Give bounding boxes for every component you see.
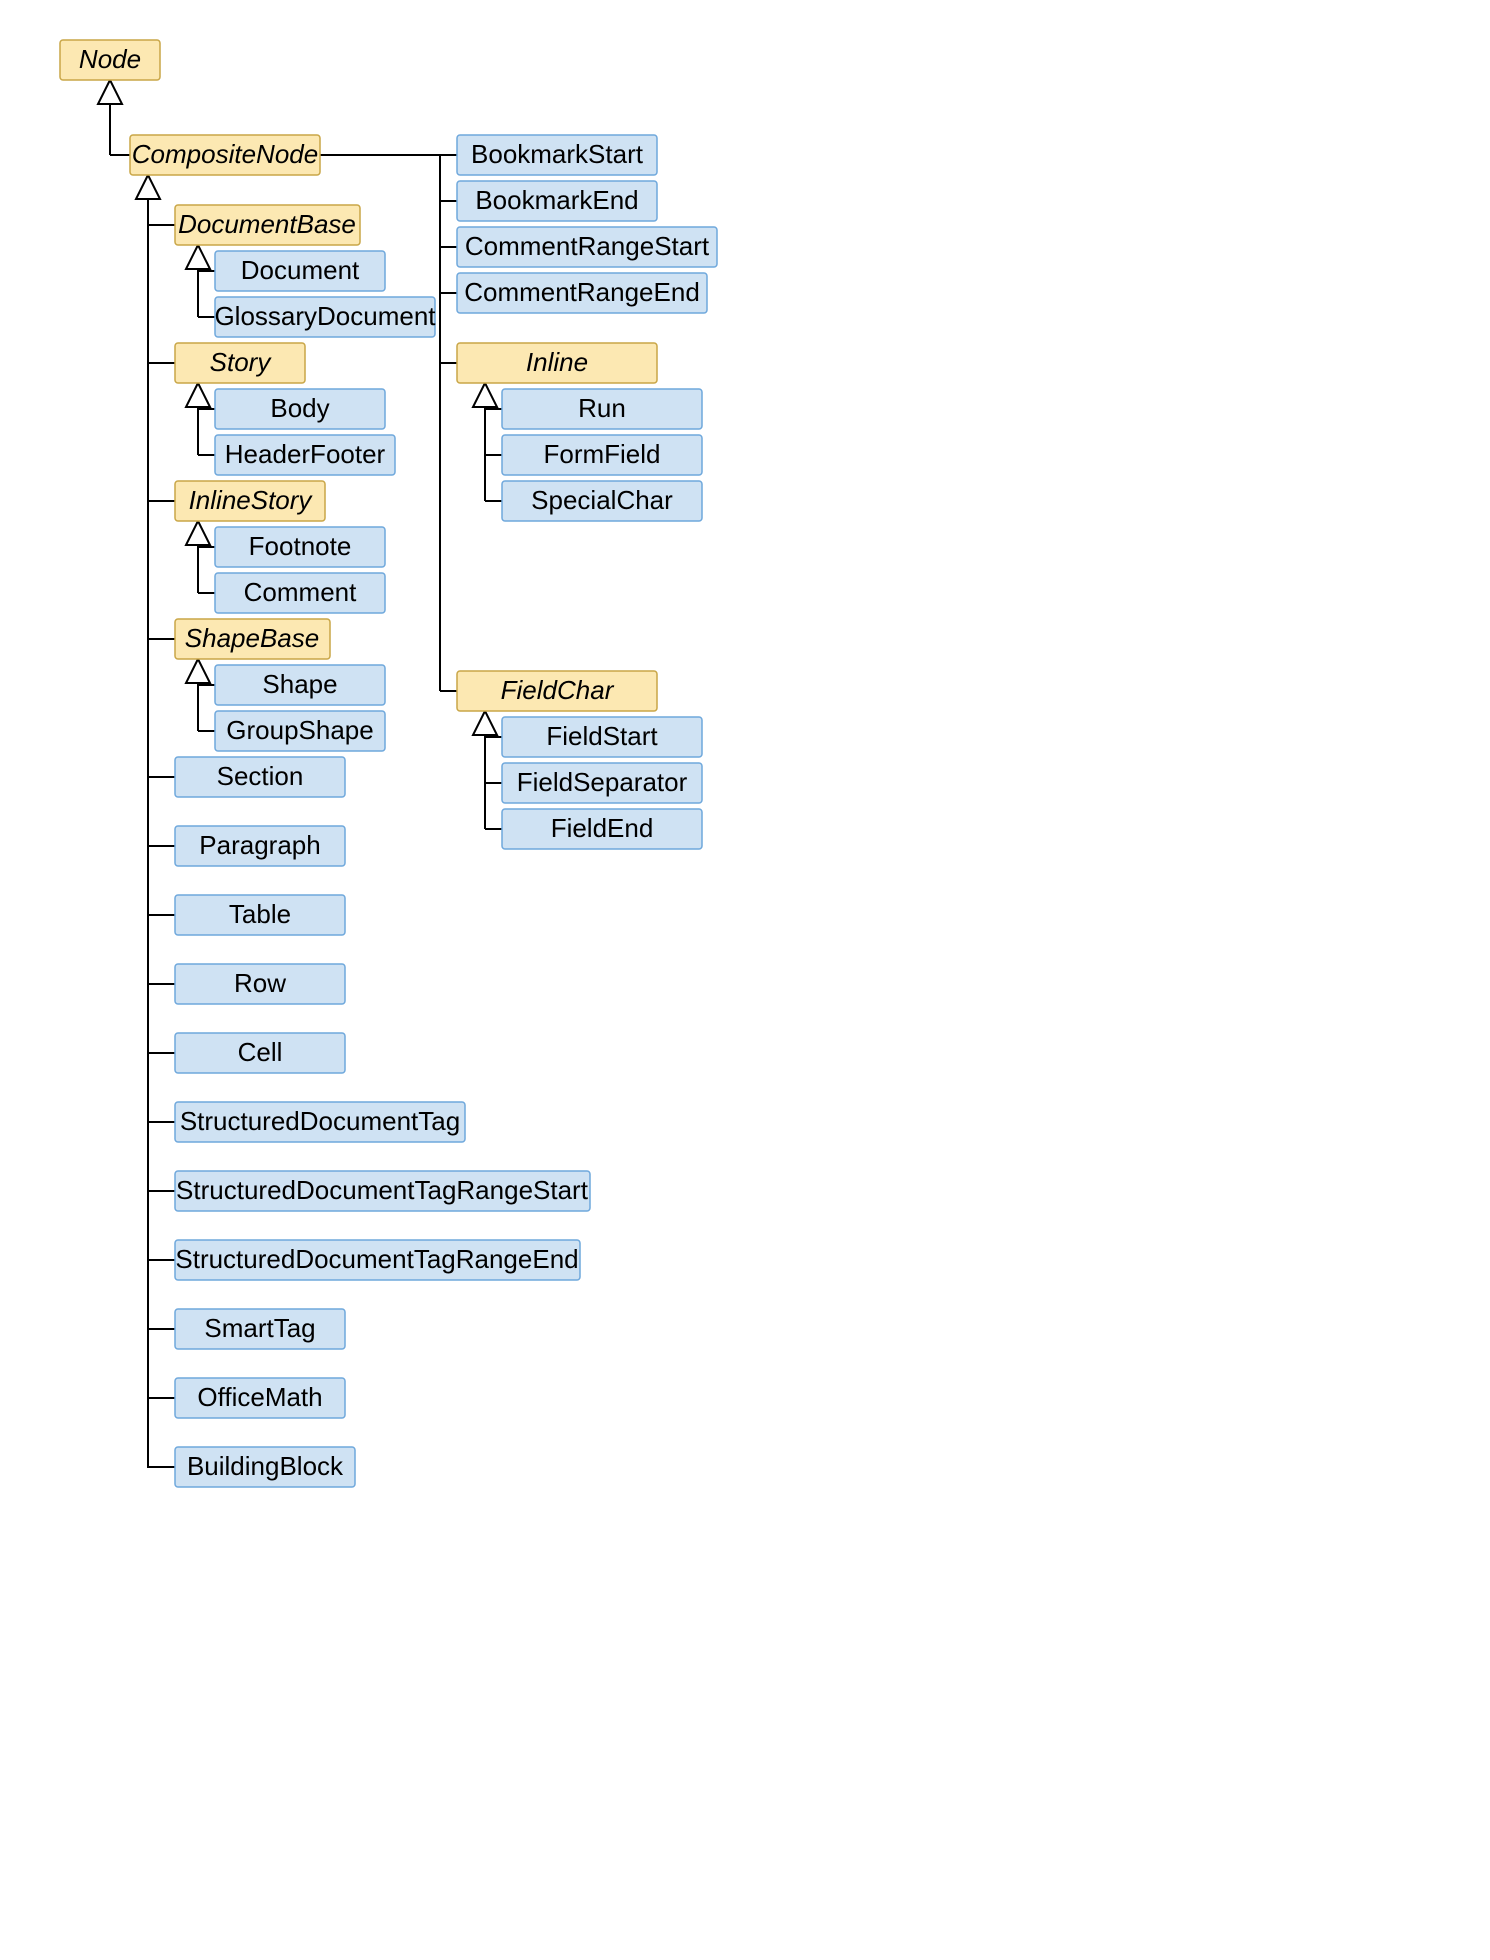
- class-bookmarkend: BookmarkEnd: [457, 181, 657, 221]
- generalization-arrow: [98, 80, 122, 104]
- class-label: Paragraph: [199, 830, 320, 860]
- class-footnote: Footnote: [215, 527, 385, 567]
- class-fieldseparator: FieldSeparator: [502, 763, 702, 803]
- class-label: FieldStart: [546, 721, 658, 751]
- class-documentbase: DocumentBase: [175, 205, 360, 245]
- class-buildingblock: BuildingBlock: [175, 1447, 355, 1487]
- class-label: CompositeNode: [132, 139, 318, 169]
- class-headerfooter: HeaderFooter: [215, 435, 395, 475]
- class-label: FieldSeparator: [517, 767, 688, 797]
- class-commentrangestart: CommentRangeStart: [457, 227, 717, 267]
- class-shape: Shape: [215, 665, 385, 705]
- class-label: FieldEnd: [551, 813, 654, 843]
- class-body: Body: [215, 389, 385, 429]
- generalization-arrow: [186, 659, 210, 683]
- class-label: FormField: [543, 439, 660, 469]
- class-fieldchar: FieldChar: [457, 671, 657, 711]
- class-label: InlineStory: [189, 485, 314, 515]
- class-label: Inline: [526, 347, 588, 377]
- class-label: Section: [217, 761, 304, 791]
- class-label: Document: [241, 255, 360, 285]
- class-specialchar: SpecialChar: [502, 481, 702, 521]
- class-inlinestory: InlineStory: [175, 481, 325, 521]
- class-formfield: FormField: [502, 435, 702, 475]
- generalization-arrow: [186, 245, 210, 269]
- class-label: ShapeBase: [185, 623, 319, 653]
- class-bookmarkstart: BookmarkStart: [457, 135, 657, 175]
- class-label: OfficeMath: [197, 1382, 322, 1412]
- class-fieldend: FieldEnd: [502, 809, 702, 849]
- class-label: Row: [234, 968, 286, 998]
- class-smarttag: SmartTag: [175, 1309, 345, 1349]
- class-node: Node: [60, 40, 160, 80]
- class-label: StructuredDocumentTagRangeStart: [176, 1175, 589, 1205]
- class-label: StructuredDocumentTag: [180, 1106, 460, 1136]
- class-label: HeaderFooter: [225, 439, 386, 469]
- class-label: DocumentBase: [178, 209, 356, 239]
- class-label: Node: [79, 44, 141, 74]
- class-label: BuildingBlock: [187, 1451, 344, 1481]
- class-paragraph: Paragraph: [175, 826, 345, 866]
- generalization-arrow: [473, 383, 497, 407]
- class-label: SmartTag: [204, 1313, 315, 1343]
- class-commentrangeend: CommentRangeEnd: [457, 273, 707, 313]
- class-story: Story: [175, 343, 305, 383]
- class-label: Story: [210, 347, 273, 377]
- class-label: StructuredDocumentTagRangeEnd: [175, 1244, 578, 1274]
- generalization-arrow: [186, 521, 210, 545]
- class-table: Table: [175, 895, 345, 935]
- generalization-arrow: [136, 175, 160, 199]
- class-cell: Cell: [175, 1033, 345, 1073]
- class-label: Body: [270, 393, 329, 423]
- class-document: Document: [215, 251, 385, 291]
- class-label: Shape: [262, 669, 337, 699]
- class-run: Run: [502, 389, 702, 429]
- class-officemath: OfficeMath: [175, 1378, 345, 1418]
- class-label: GroupShape: [226, 715, 373, 745]
- generalization-arrow: [473, 711, 497, 735]
- class-structureddocumenttagrangestart: StructuredDocumentTagRangeStart: [175, 1171, 590, 1211]
- class-row: Row: [175, 964, 345, 1004]
- class-comment: Comment: [215, 573, 385, 613]
- class-label: SpecialChar: [531, 485, 673, 515]
- class-section: Section: [175, 757, 345, 797]
- class-shapebase: ShapeBase: [175, 619, 330, 659]
- class-label: BookmarkStart: [471, 139, 644, 169]
- class-label: FieldChar: [501, 675, 615, 705]
- class-label: Cell: [238, 1037, 283, 1067]
- class-label: GlossaryDocument: [214, 301, 436, 331]
- class-label: Comment: [244, 577, 357, 607]
- class-label: Table: [229, 899, 291, 929]
- class-structureddocumenttagrangeend: StructuredDocumentTagRangeEnd: [175, 1240, 580, 1280]
- class-label: BookmarkEnd: [475, 185, 638, 215]
- class-label: Run: [578, 393, 626, 423]
- class-glossarydocument: GlossaryDocument: [214, 297, 436, 337]
- class-structureddocumenttag: StructuredDocumentTag: [175, 1102, 465, 1142]
- class-hierarchy-diagram: Node CompositeNode DocumentBase Document…: [0, 0, 1490, 1960]
- class-label: CommentRangeStart: [465, 231, 710, 261]
- class-label: Footnote: [249, 531, 352, 561]
- class-groupshape: GroupShape: [215, 711, 385, 751]
- generalization-arrow: [186, 383, 210, 407]
- class-inline: Inline: [457, 343, 657, 383]
- class-compositenode: CompositeNode: [130, 135, 320, 175]
- class-fieldstart: FieldStart: [502, 717, 702, 757]
- class-label: CommentRangeEnd: [464, 277, 700, 307]
